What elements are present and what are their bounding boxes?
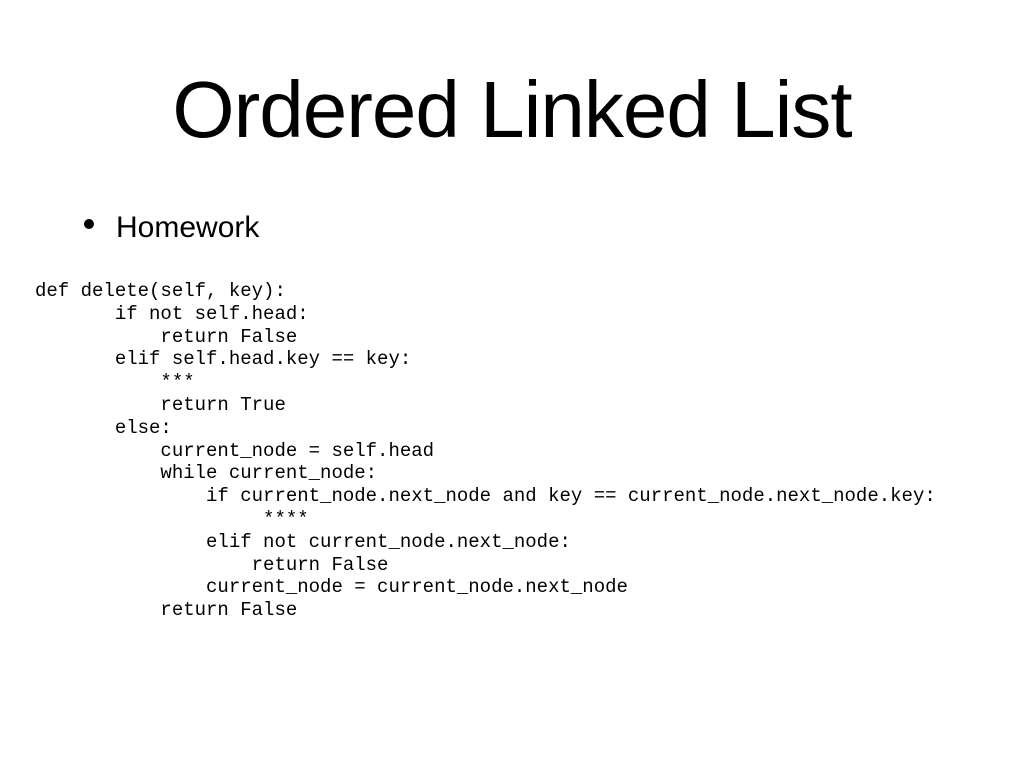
- code-line: current_node = current_node.next_node: [35, 576, 628, 599]
- code-block: def delete(self, key): if not self.head:…: [35, 280, 936, 622]
- bullet-text: Homework: [116, 211, 260, 244]
- bullet-dot-icon: [84, 219, 94, 229]
- code-line: if not self.head:: [35, 302, 309, 325]
- code-line: elif not current_node.next_node:: [35, 530, 571, 553]
- code-line: if current_node.next_node and key == cur…: [35, 485, 936, 508]
- bullet-item: Homework: [84, 210, 259, 246]
- code-line: else:: [35, 416, 172, 439]
- code-line: def delete(self, key):: [35, 280, 286, 302]
- slide-title: Ordered Linked List: [172, 65, 852, 154]
- code-line: elif self.head.key == key:: [35, 348, 412, 371]
- code-line: while current_node:: [35, 462, 378, 485]
- code-line: return True: [35, 393, 286, 416]
- code-line: ***: [35, 371, 195, 394]
- code-line: return False: [35, 325, 298, 348]
- code-line: ****: [35, 507, 309, 530]
- code-line: return False: [35, 553, 389, 576]
- code-line: current_node = self.head: [35, 439, 435, 462]
- code-line: return False: [35, 599, 298, 622]
